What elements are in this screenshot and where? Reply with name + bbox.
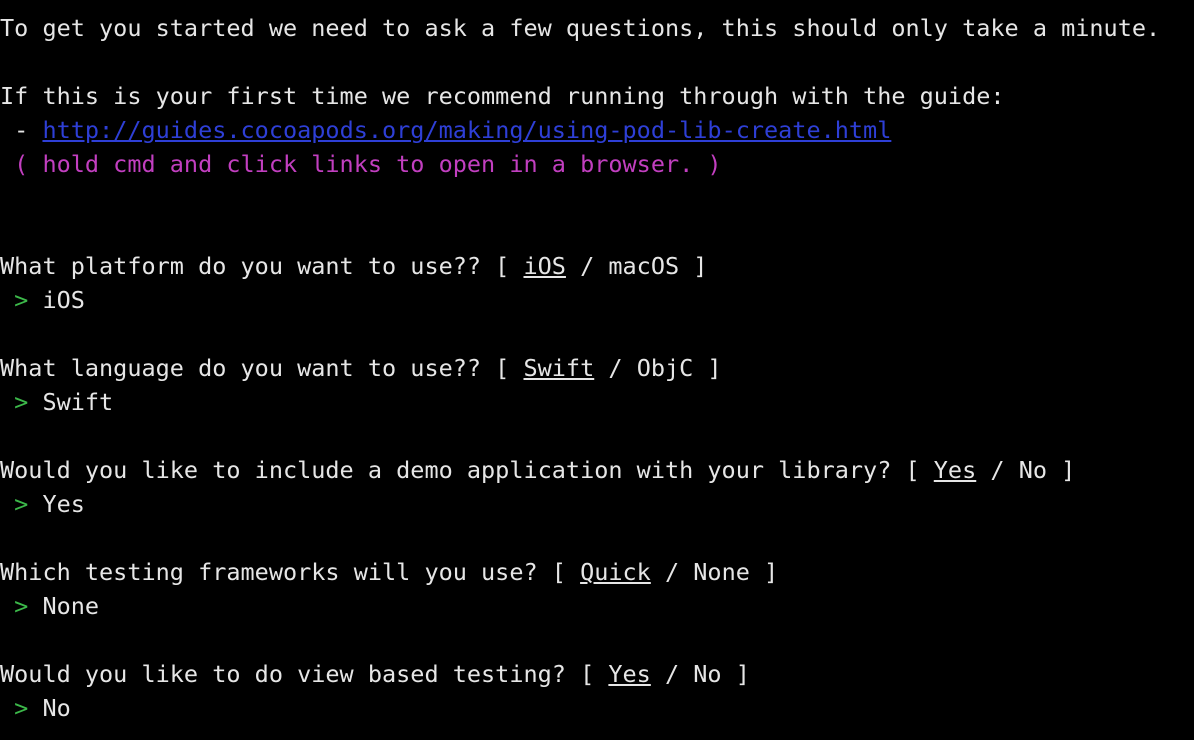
language-answer: > Swift (0, 387, 113, 417)
alternative-option: No (693, 660, 722, 688)
default-option: Yes (933, 456, 977, 484)
options-close: ] (721, 660, 750, 688)
language-question: What language do you want to use?? [ Swi… (0, 353, 722, 383)
question-text: Would you like to include a demo applica… (0, 456, 934, 484)
prompt-symbol: > (0, 286, 43, 314)
alternative-option: ObjC (636, 354, 694, 382)
demo-app-question: Would you like to include a demo applica… (0, 455, 1075, 485)
guide-recommendation-line: If this is your first time we recommend … (0, 82, 1005, 110)
prompt-symbol: > (0, 694, 43, 722)
prompt-symbol: > (0, 592, 43, 620)
answer-text: None (42, 592, 100, 620)
option-separator: / (650, 660, 694, 688)
view-testing-question: Would you like to do view based testing?… (0, 659, 750, 689)
guide-link[interactable]: http://guides.cocoapods.org/making/using… (42, 116, 891, 144)
options-close: ] (679, 252, 708, 280)
question-text: What platform do you want to use?? [ (0, 252, 524, 280)
answer-text: Swift (42, 388, 114, 416)
intro-line: To get you started we need to ask a few … (0, 14, 1161, 42)
terminal-window[interactable]: To get you started we need to ask a few … (0, 0, 1194, 740)
question-text: What language do you want to use?? [ (0, 354, 524, 382)
testing-framework-answer: > None (0, 591, 99, 621)
options-close: ] (693, 354, 722, 382)
bullet-dash: - (0, 116, 43, 144)
answer-text: No (42, 694, 71, 722)
prompt-symbol: > (0, 490, 43, 518)
question-text: Which testing frameworks will you use? [ (0, 558, 581, 586)
option-separator: / (594, 354, 637, 382)
default-option: iOS (523, 252, 566, 280)
platform-question: What platform do you want to use?? [ iOS… (0, 251, 707, 281)
default-option: Yes (608, 660, 651, 688)
alternative-option: None (693, 558, 750, 586)
option-separator: / (565, 252, 609, 280)
alternative-option: No (1018, 456, 1047, 484)
answer-text: Yes (42, 490, 85, 518)
answer-text: iOS (42, 286, 85, 314)
demo-app-answer: > Yes (0, 489, 85, 519)
default-option: Quick (580, 558, 651, 586)
options-close: ] (1046, 456, 1076, 484)
open-links-hint: ( hold cmd and click links to open in a … (0, 150, 722, 178)
option-separator: / (976, 456, 1019, 484)
view-testing-answer: > No (0, 693, 71, 723)
options-close: ] (749, 558, 779, 586)
question-text: Would you like to do view based testing?… (0, 660, 609, 688)
guide-link-line: - http://guides.cocoapods.org/making/usi… (0, 115, 891, 145)
platform-answer: > iOS (0, 285, 85, 315)
alternative-option: macOS (608, 252, 680, 280)
option-separator: / (650, 558, 694, 586)
default-option: Swift (523, 354, 595, 382)
prompt-symbol: > (0, 388, 43, 416)
testing-framework-question: Which testing frameworks will you use? [… (0, 557, 778, 587)
